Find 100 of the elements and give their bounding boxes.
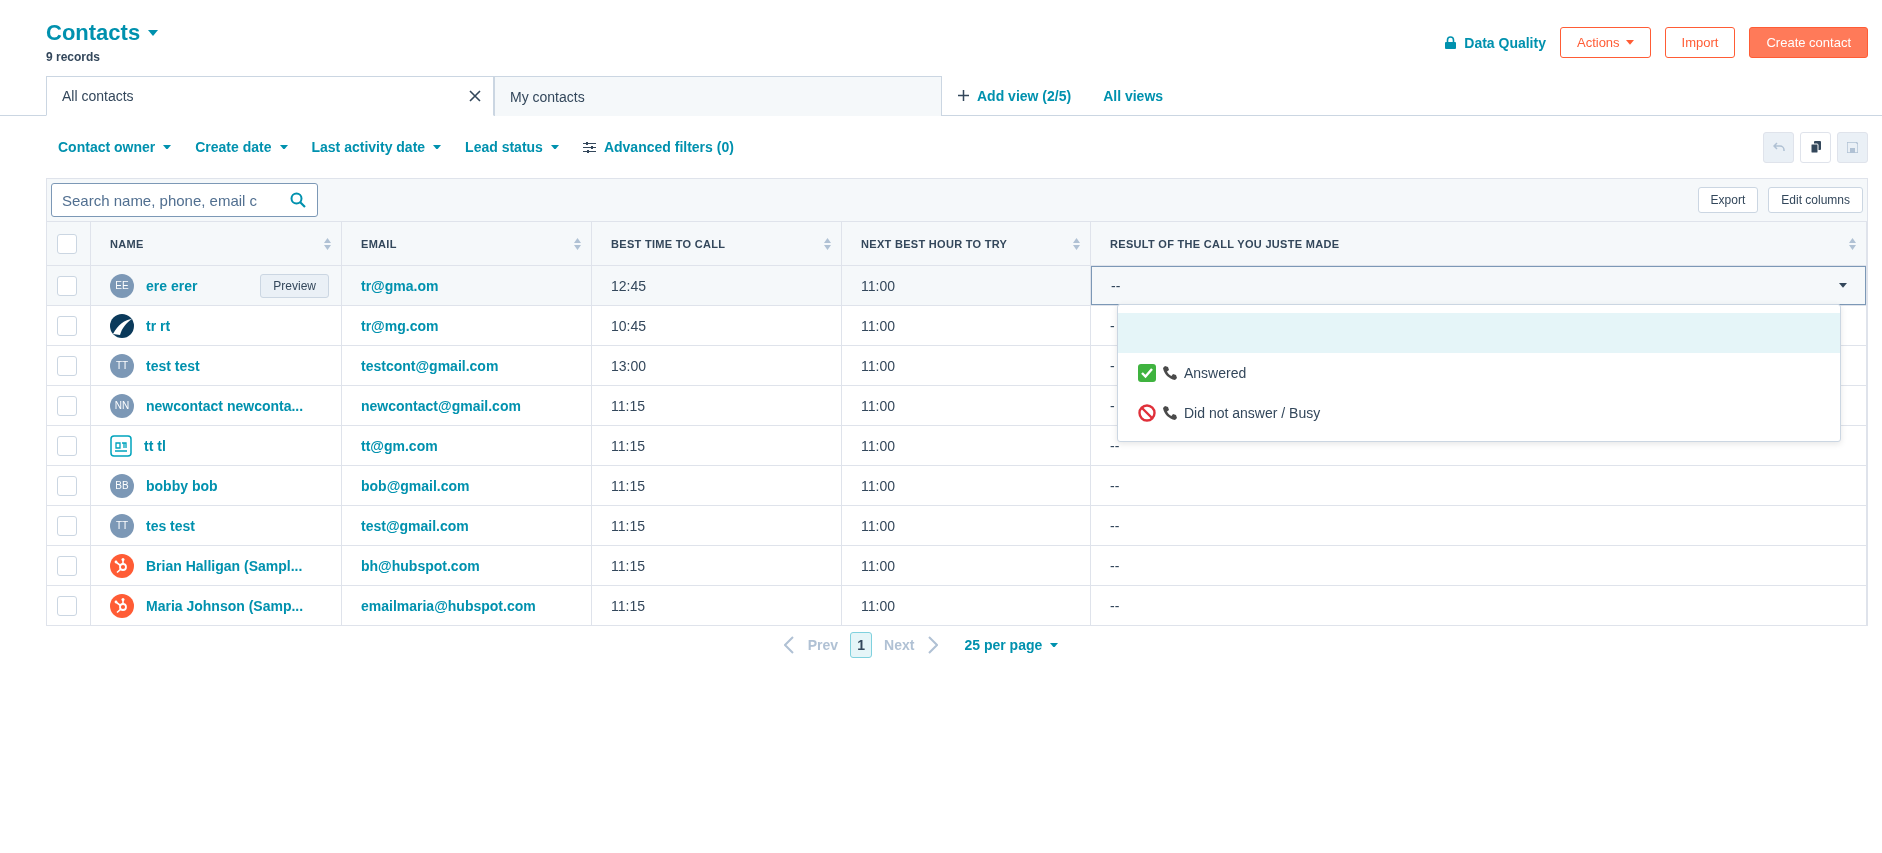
contact-name-link[interactable]: Maria Johnson (Samp... xyxy=(146,597,304,614)
table-cell: 11:15 xyxy=(611,437,645,454)
checkbox[interactable] xyxy=(57,555,77,576)
checkbox[interactable] xyxy=(57,275,77,296)
checkbox[interactable] xyxy=(57,475,77,496)
plus-icon xyxy=(958,90,969,101)
column-header[interactable]: RESULT OF THE CALL YOU JUSTE MADE xyxy=(1091,221,1867,265)
email-link[interactable]: bob@gmail.com xyxy=(361,477,470,494)
empty-option[interactable] xyxy=(1118,313,1840,353)
advanced-filters-link[interactable]: Advanced filters (0) xyxy=(570,139,746,155)
caret-icon xyxy=(163,144,172,150)
contact-name-link[interactable]: ere erer xyxy=(146,277,198,294)
close-icon[interactable] xyxy=(469,90,481,102)
caret-icon xyxy=(148,30,159,36)
filter-dropdown[interactable]: Create date xyxy=(183,139,300,155)
checkbox[interactable] xyxy=(57,355,77,376)
table-button[interactable]: Edit columns xyxy=(1768,187,1863,213)
table-cell: 11:00 xyxy=(861,597,895,614)
result-select[interactable]: -- xyxy=(1091,266,1866,305)
checkbox[interactable] xyxy=(57,315,77,336)
column-header[interactable]: NAME xyxy=(91,221,342,265)
dropdown-option[interactable]: Answered xyxy=(1118,353,1840,393)
contact-name-link[interactable]: tt tl xyxy=(144,437,166,454)
gm-badge-icon xyxy=(110,434,132,457)
avatar: BB xyxy=(110,473,134,498)
chevron-right-icon xyxy=(928,636,939,654)
action-button[interactable]: Actions xyxy=(1559,27,1651,58)
table-button[interactable]: Export xyxy=(1697,187,1759,213)
table-cell: 11:00 xyxy=(861,357,895,374)
table-cell: 12:45 xyxy=(611,277,647,294)
result-cell[interactable]: -- xyxy=(1091,465,1867,505)
copy-button[interactable] xyxy=(1800,131,1831,163)
page-number[interactable]: 1 xyxy=(850,632,873,658)
contact-name-link[interactable]: tr rt xyxy=(146,317,171,334)
contact-name-link[interactable]: Brian Halligan (Sampl... xyxy=(146,557,303,574)
check-mark-icon xyxy=(1138,364,1156,382)
filter-dropdown[interactable]: Contact owner xyxy=(46,139,184,155)
email-link[interactable]: bh@hubspot.com xyxy=(361,557,480,574)
checkbox[interactable] xyxy=(57,515,77,536)
table-cell: 10:45 xyxy=(611,317,647,334)
sort-icon xyxy=(1073,237,1080,250)
dropdown-option[interactable]: Did not answer / Busy xyxy=(1118,393,1840,433)
phone-icon xyxy=(1162,365,1178,381)
email-link[interactable]: tr@mg.com xyxy=(361,317,439,334)
page-title[interactable]: Contacts xyxy=(46,20,141,46)
email-link[interactable]: emailmaria@hubspot.com xyxy=(361,597,536,614)
sprocket-logo-icon xyxy=(110,553,134,578)
email-link[interactable]: newcontact@gmail.com xyxy=(361,397,521,414)
caret-icon xyxy=(433,144,442,150)
save-icon xyxy=(1847,141,1858,153)
search-field[interactable]: Search name, phone, email c xyxy=(51,183,318,217)
column-header[interactable]: NEXT BEST HOUR TO TRY xyxy=(842,221,1091,265)
caret-icon xyxy=(1839,283,1847,288)
table-cell: 11:00 xyxy=(861,277,895,294)
caret-icon xyxy=(550,144,559,150)
sort-icon xyxy=(824,237,831,250)
column-header[interactable]: EMAIL xyxy=(342,221,592,265)
result-cell[interactable]: -- xyxy=(1091,585,1867,625)
email-link[interactable]: testcont@gmail.com xyxy=(361,357,499,374)
table-cell: 11:00 xyxy=(861,317,895,334)
email-link[interactable]: tt@gm.com xyxy=(361,437,438,454)
undo-icon xyxy=(1772,142,1785,152)
create-button[interactable]: Create contact xyxy=(1749,27,1868,58)
contact-name-link[interactable]: newcontact newconta... xyxy=(146,397,304,414)
filter-dropdown[interactable]: Last activity date xyxy=(299,139,454,155)
sort-icon xyxy=(324,237,331,250)
table-cell: 11:00 xyxy=(861,397,895,414)
chevron-left-icon xyxy=(783,636,794,654)
contact-name-link[interactable]: tes test xyxy=(146,517,196,534)
filter-dropdown[interactable]: Lead status xyxy=(453,139,571,155)
table-cell: 11:15 xyxy=(611,517,645,534)
all-views-link[interactable]: All views xyxy=(1087,76,1180,115)
column-header[interactable]: BEST TIME TO CALL xyxy=(592,221,842,265)
sliders-icon xyxy=(582,141,596,153)
view-tab[interactable]: My contacts xyxy=(494,76,942,116)
table-cell: 11:15 xyxy=(611,397,645,414)
swoosh-logo-icon xyxy=(110,313,134,338)
email-link[interactable]: test@gmail.com xyxy=(361,517,469,534)
caret-icon xyxy=(279,144,288,150)
result-cell[interactable]: -- xyxy=(1091,505,1867,545)
table-cell: 11:00 xyxy=(861,557,895,574)
result-cell[interactable]: -- xyxy=(1091,545,1867,585)
view-tab[interactable]: All contacts xyxy=(46,76,494,116)
checkbox[interactable] xyxy=(57,395,77,416)
data-quality-link[interactable]: Data Quality xyxy=(1445,34,1546,51)
contact-name-link[interactable]: test test xyxy=(146,357,200,374)
email-link[interactable]: tr@gma.om xyxy=(361,277,439,294)
add-view-link[interactable]: Add view (2/5) xyxy=(942,76,1088,115)
table-cell: 11:00 xyxy=(861,517,895,534)
table-cell: 13:00 xyxy=(611,357,647,374)
action-button[interactable]: Import xyxy=(1664,27,1736,58)
checkbox[interactable] xyxy=(57,233,77,254)
table-cell: 11:00 xyxy=(861,437,895,454)
preview-button[interactable]: Preview xyxy=(260,273,329,298)
checkbox[interactable] xyxy=(57,435,77,456)
sprocket-logo-icon xyxy=(110,593,134,618)
checkbox[interactable] xyxy=(57,595,77,616)
contact-name-link[interactable]: bobby bob xyxy=(146,477,218,494)
caret-icon xyxy=(1625,40,1634,45)
per-page-dropdown[interactable]: 25 per page xyxy=(964,637,1059,653)
